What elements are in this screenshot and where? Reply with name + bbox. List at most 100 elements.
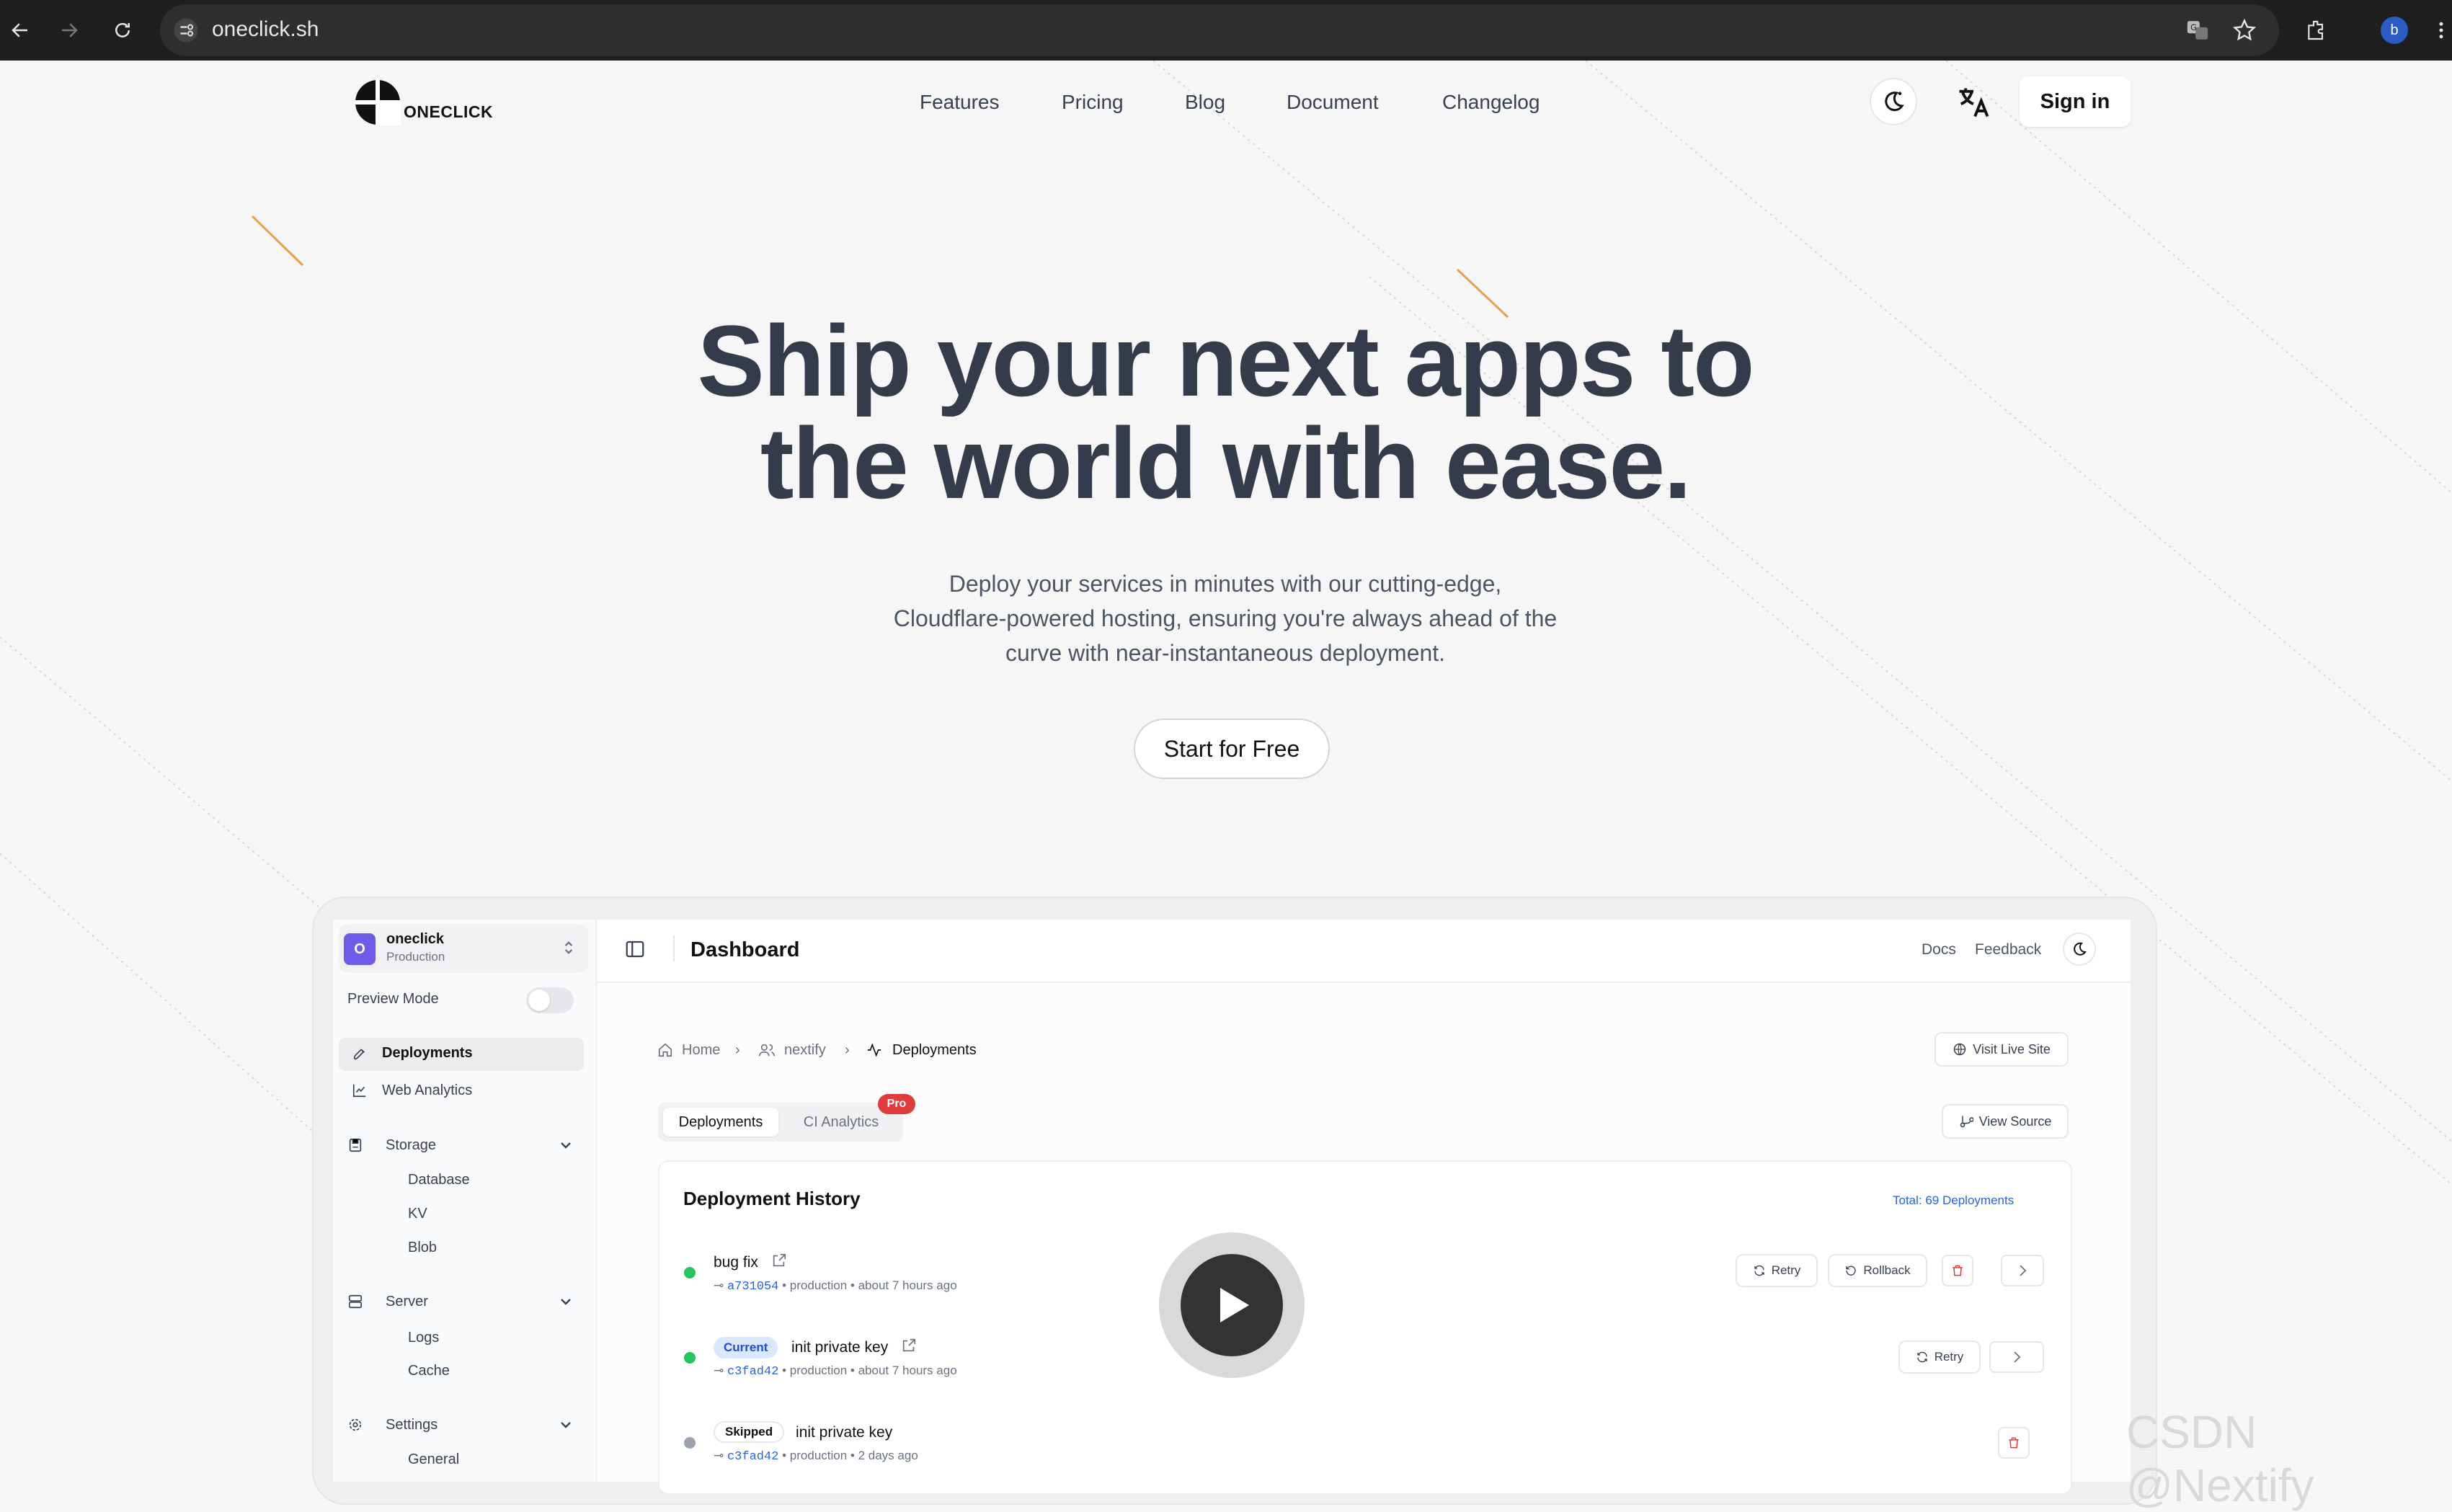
- refresh-icon: [1917, 1351, 1927, 1363]
- hero-title-line: the world with ease.: [760, 406, 1692, 520]
- home-icon: [657, 1042, 673, 1062]
- feedback-link[interactable]: Feedback: [1975, 941, 2041, 959]
- sidebar-group-storage[interactable]: Storage: [386, 1137, 436, 1154]
- hero-subtitle-line: curve with near-instantaneous deployment…: [1005, 640, 1446, 666]
- workspace-switcher[interactable]: [339, 924, 588, 973]
- activity-icon: [866, 1042, 882, 1062]
- chevron-updown-icon[interactable]: [562, 938, 575, 961]
- hero-subtitle-line: Cloudflare-powered hosting, ensuring you…: [893, 605, 1558, 631]
- skipped-badge: Skipped: [714, 1421, 785, 1443]
- users-icon: [758, 1042, 776, 1062]
- retry-button[interactable]: Retry: [1736, 1254, 1818, 1287]
- theme-toggle-button[interactable]: [1871, 79, 1916, 124]
- globe-icon: [1953, 1043, 1966, 1056]
- translate-page-icon[interactable]: G: [2180, 13, 2215, 48]
- sidebar-item-blob[interactable]: Blob: [408, 1240, 437, 1256]
- reload-icon[interactable]: [105, 13, 140, 48]
- workspace-name: oneclick: [386, 931, 445, 947]
- play-button[interactable]: [1181, 1254, 1283, 1356]
- sidebar-item-web-analytics[interactable]: Web Analytics: [382, 1082, 472, 1099]
- oneclick-logo-icon[interactable]: [355, 79, 401, 129]
- back-icon[interactable]: [3, 13, 37, 48]
- start-for-free-button[interactable]: Start for Free: [1134, 719, 1330, 779]
- dashboard-theme-button[interactable]: [2064, 934, 2095, 964]
- workspace-avatar: O: [344, 933, 376, 965]
- sidebar-group-server[interactable]: Server: [386, 1294, 428, 1310]
- view-source-button[interactable]: View Source: [1942, 1104, 2069, 1139]
- sidebar-item-cache[interactable]: Cache: [408, 1363, 450, 1379]
- profile-avatar[interactable]: b: [2377, 13, 2412, 48]
- retry-label: Retry: [1771, 1263, 1801, 1277]
- site-info-icon[interactable]: [173, 17, 199, 47]
- chevron-down-icon[interactable]: [559, 1297, 572, 1310]
- nav-document[interactable]: Document: [1287, 91, 1379, 114]
- extensions-icon[interactable]: [2299, 13, 2334, 48]
- sidebar-item-kv[interactable]: KV: [408, 1206, 427, 1222]
- delete-button[interactable]: [1942, 1255, 1973, 1286]
- nav-pricing[interactable]: Pricing: [1062, 91, 1124, 114]
- sidebar-item-logs[interactable]: Logs: [408, 1330, 439, 1346]
- nav-blog[interactable]: Blog: [1185, 91, 1225, 114]
- bookmark-star-icon[interactable]: [2227, 13, 2262, 48]
- retry-button[interactable]: Retry: [1898, 1340, 1981, 1374]
- meta-separator: •: [847, 1278, 858, 1292]
- breadcrumb-home[interactable]: Home: [682, 1042, 720, 1059]
- nav-changelog[interactable]: Changelog: [1442, 91, 1540, 114]
- chart-line-icon: [352, 1082, 368, 1102]
- pro-badge: Pro: [878, 1094, 915, 1114]
- status-dot: [684, 1352, 696, 1364]
- breadcrumb-nextify[interactable]: nextify: [784, 1042, 826, 1059]
- workspace-env: Production: [386, 950, 445, 964]
- retry-label: Retry: [1934, 1350, 1964, 1364]
- external-link-icon[interactable]: [771, 1253, 787, 1272]
- chevron-right-icon: ›: [845, 1042, 850, 1058]
- undo-icon: [1846, 1266, 1857, 1276]
- delete-button[interactable]: [1998, 1427, 2030, 1459]
- tab-ci-analytics[interactable]: CI Analytics: [787, 1108, 895, 1137]
- language-icon[interactable]: [1955, 84, 1992, 125]
- deployment-history-card: [658, 1160, 2072, 1495]
- deployment-title: init private key: [796, 1424, 893, 1441]
- preview-mode-label: Preview Mode: [347, 991, 439, 1007]
- commit-hash[interactable]: c3fad42: [727, 1450, 778, 1464]
- total-deployments[interactable]: Total: 69 Deployments: [1893, 1193, 2014, 1208]
- browser-menu-icon[interactable]: [2430, 13, 2452, 48]
- accent-streak: [251, 215, 304, 267]
- hero-title: Ship your next apps to the world with ea…: [505, 310, 1946, 515]
- forward-icon[interactable]: [52, 13, 86, 48]
- chevron-down-icon[interactable]: [559, 1140, 572, 1154]
- current-badge: Current: [714, 1337, 778, 1358]
- sidebar-toggle-icon[interactable]: [624, 938, 646, 964]
- sidebar-item-deployments[interactable]: Deployments: [382, 1045, 473, 1062]
- sidebar-item-general[interactable]: General: [408, 1451, 459, 1468]
- tab-deployments[interactable]: Deployments: [663, 1108, 778, 1137]
- visit-live-site-button[interactable]: Visit Live Site: [1934, 1032, 2069, 1067]
- deployment-env: production: [789, 1449, 848, 1462]
- page-title: Dashboard: [690, 938, 800, 961]
- rollback-button[interactable]: Rollback: [1828, 1254, 1927, 1287]
- commit-hash[interactable]: c3fad42: [727, 1365, 778, 1379]
- logo-wordmark[interactable]: ONECLICK: [404, 102, 493, 122]
- sidebar-item-database[interactable]: Database: [408, 1172, 470, 1188]
- details-button[interactable]: [1989, 1341, 2044, 1373]
- svg-text:G: G: [2190, 22, 2197, 32]
- docs-link[interactable]: Docs: [1922, 941, 1956, 959]
- trash-icon: [2009, 1437, 2019, 1449]
- deployment-time: about 7 hours ago: [858, 1364, 957, 1377]
- sign-in-button[interactable]: Sign in: [2020, 76, 2131, 127]
- external-link-icon[interactable]: [901, 1338, 917, 1357]
- nav-features[interactable]: Features: [920, 91, 1000, 114]
- deployment-time: about 7 hours ago: [858, 1278, 957, 1292]
- deployment-title: bug fix: [714, 1254, 758, 1271]
- dashboard-topbar: [597, 920, 2131, 983]
- preview-mode-toggle[interactable]: [526, 987, 574, 1013]
- details-button[interactable]: [2001, 1255, 2044, 1286]
- chevron-down-icon[interactable]: [559, 1420, 572, 1433]
- commit-hash[interactable]: a731054: [727, 1280, 778, 1294]
- deployment-history-title: Deployment History: [683, 1188, 861, 1209]
- play-icon: [1220, 1288, 1249, 1322]
- rocket-icon: [352, 1046, 368, 1066]
- deployment-env: production: [789, 1364, 848, 1377]
- address-bar[interactable]: oneclick.sh: [160, 4, 2279, 56]
- sidebar-group-settings[interactable]: Settings: [386, 1417, 437, 1433]
